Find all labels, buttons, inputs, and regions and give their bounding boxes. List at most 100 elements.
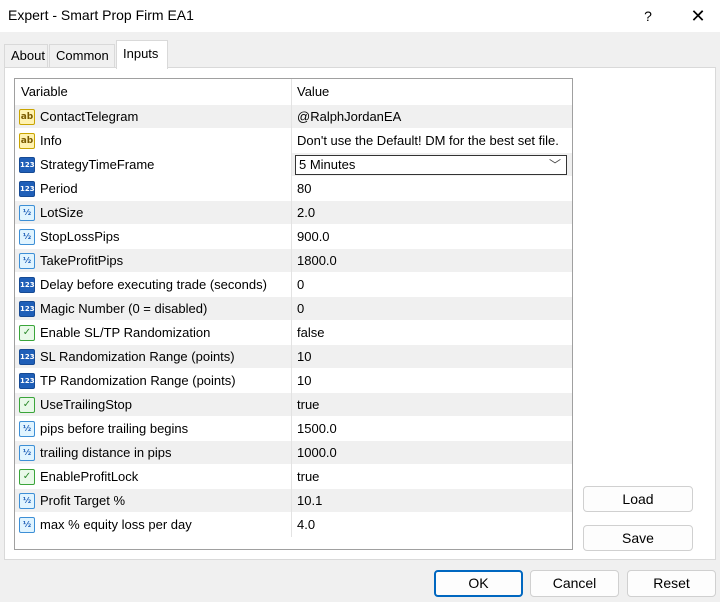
value-cell[interactable]: 0	[293, 297, 572, 321]
value-text: 900.0	[297, 229, 330, 244]
value-text: false	[297, 325, 325, 340]
variable-cell[interactable]: 123 Delay before executing trade (seconds…	[15, 273, 292, 297]
variable-cell[interactable]: ab Info	[15, 129, 292, 153]
table-row[interactable]: ½ StopLossPips 900.0	[15, 225, 572, 249]
double-type-icon: ½	[19, 493, 35, 509]
value-cell[interactable]: 1800.0	[293, 249, 572, 273]
save-button[interactable]: Save	[583, 525, 693, 551]
variable-name: EnableProfitLock	[40, 469, 139, 484]
variable-cell[interactable]: ½ Profit Target %	[15, 489, 292, 513]
tab-bar: About Common Inputs	[4, 40, 716, 69]
boolean-type-icon: ✓	[19, 469, 35, 485]
variable-cell[interactable]: ½ trailing distance in pips	[15, 441, 292, 465]
integer-type-icon: 123	[19, 181, 35, 197]
tab-inputs[interactable]: Inputs	[116, 40, 168, 69]
table-row[interactable]: 123 Period 80	[15, 177, 572, 201]
value-text: 2.0	[297, 205, 316, 220]
help-button[interactable]: ?	[636, 4, 660, 28]
variable-cell[interactable]: ½ LotSize	[15, 201, 292, 225]
string-type-icon: ab	[19, 133, 35, 149]
variable-cell[interactable]: ✓ EnableProfitLock	[15, 465, 292, 489]
value-cell[interactable]: 0	[293, 273, 572, 297]
table-row[interactable]: ½ max % equity loss per day 4.0	[15, 513, 572, 537]
tab-about[interactable]: About	[4, 44, 48, 68]
tab-common[interactable]: Common	[49, 44, 115, 68]
variable-name: StopLossPips	[40, 229, 120, 244]
value-cell[interactable]: true	[293, 465, 572, 489]
variable-cell[interactable]: 123 SL Randomization Range (points)	[15, 345, 292, 369]
table-row[interactable]: ✓ Enable SL/TP Randomization false	[15, 321, 572, 345]
value-cell[interactable]: Don't use the Default! DM for the best s…	[293, 129, 572, 153]
value-cell[interactable]: 10.1	[293, 489, 572, 513]
header-value[interactable]: Value	[293, 79, 572, 105]
value-text: 10.1	[297, 493, 323, 508]
variable-cell[interactable]: 123 StrategyTimeFrame	[15, 153, 292, 177]
variable-cell[interactable]: ½ max % equity loss per day	[15, 513, 292, 537]
table-row[interactable]: ✓ EnableProfitLock true	[15, 465, 572, 489]
chevron-down-icon[interactable]: ﹀	[548, 156, 562, 174]
table-row[interactable]: ½ trailing distance in pips 1000.0	[15, 441, 572, 465]
value-text: 10	[297, 373, 312, 388]
value-cell[interactable]: 10	[293, 369, 572, 393]
integer-type-icon: 123	[19, 373, 35, 389]
table-row[interactable]: 123 Magic Number (0 = disabled) 0	[15, 297, 572, 321]
table-row[interactable]: ½ LotSize 2.0	[15, 201, 572, 225]
variable-name: Period	[40, 181, 78, 196]
cancel-button[interactable]: Cancel	[530, 570, 619, 597]
table-row[interactable]: 123 SL Randomization Range (points) 10	[15, 345, 572, 369]
value-cell[interactable]: 1500.0	[293, 417, 572, 441]
integer-type-icon: 123	[19, 277, 35, 293]
value-text: 10	[297, 349, 312, 364]
table-row[interactable]: 123 StrategyTimeFrame 5 Minutes ﹀	[15, 153, 572, 177]
load-button[interactable]: Load	[583, 486, 693, 512]
table-row[interactable]: ½ TakeProfitPips 1800.0	[15, 249, 572, 273]
variable-cell[interactable]: 123 Magic Number (0 = disabled)	[15, 297, 292, 321]
value-cell[interactable]: 1000.0	[293, 441, 572, 465]
table-row[interactable]: ab ContactTelegram @RalphJordanEA	[15, 105, 572, 129]
ok-button[interactable]: OK	[434, 570, 523, 597]
variable-cell[interactable]: ½ pips before trailing begins	[15, 417, 292, 441]
variable-cell[interactable]: 123 Period	[15, 177, 292, 201]
reset-button[interactable]: Reset	[627, 570, 716, 597]
grid-header: Variable Value	[15, 79, 572, 105]
table-row[interactable]: ✓ UseTrailingStop true	[15, 393, 572, 417]
table-row[interactable]: 123 TP Randomization Range (points) 10	[15, 369, 572, 393]
value-cell[interactable]: 900.0	[293, 225, 572, 249]
variable-cell[interactable]: ✓ Enable SL/TP Randomization	[15, 321, 292, 345]
variable-cell[interactable]: ✓ UseTrailingStop	[15, 393, 292, 417]
header-variable[interactable]: Variable	[15, 79, 292, 105]
value-cell[interactable]: false	[293, 321, 572, 345]
value-cell[interactable]: @RalphJordanEA	[293, 105, 572, 129]
variable-name: pips before trailing begins	[40, 421, 189, 436]
close-button[interactable]: ✕	[686, 4, 710, 28]
title-bar: Expert - Smart Prop Firm EA1 ? ✕	[0, 0, 720, 32]
boolean-type-icon: ✓	[19, 397, 35, 413]
variable-name: SL Randomization Range (points)	[40, 349, 235, 364]
variable-name: Magic Number (0 = disabled)	[40, 301, 208, 316]
variable-cell[interactable]: ½ TakeProfitPips	[15, 249, 292, 273]
value-text: 1000.0	[297, 445, 337, 460]
value-cell[interactable]: 4.0	[293, 513, 572, 537]
value-cell[interactable]: true	[293, 393, 572, 417]
variable-name: Enable SL/TP Randomization	[40, 325, 211, 340]
variable-name: Info	[40, 133, 62, 148]
variable-name: TakeProfitPips	[40, 253, 124, 268]
variable-cell[interactable]: ab ContactTelegram	[15, 105, 292, 129]
variable-name: LotSize	[40, 205, 84, 220]
variable-cell[interactable]: 123 TP Randomization Range (points)	[15, 369, 292, 393]
value-cell[interactable]: 5 Minutes ﹀	[293, 153, 572, 177]
value-text: true	[297, 469, 320, 484]
value-cell[interactable]: 80	[293, 177, 572, 201]
variable-name: TP Randomization Range (points)	[40, 373, 236, 388]
variable-cell[interactable]: ½ StopLossPips	[15, 225, 292, 249]
table-row[interactable]: ab Info Don't use the Default! DM for the …	[15, 129, 572, 153]
variable-name: trailing distance in pips	[40, 445, 172, 460]
value-text: 1500.0	[297, 421, 337, 436]
table-row[interactable]: ½ pips before trailing begins 1500.0	[15, 417, 572, 441]
table-row[interactable]: 123 Delay before executing trade (seconds…	[15, 273, 572, 297]
timeframe-select[interactable]: 5 Minutes ﹀	[295, 155, 567, 175]
table-row[interactable]: ½ Profit Target % 10.1	[15, 489, 572, 513]
boolean-type-icon: ✓	[19, 325, 35, 341]
value-cell[interactable]: 10	[293, 345, 572, 369]
value-cell[interactable]: 2.0	[293, 201, 572, 225]
